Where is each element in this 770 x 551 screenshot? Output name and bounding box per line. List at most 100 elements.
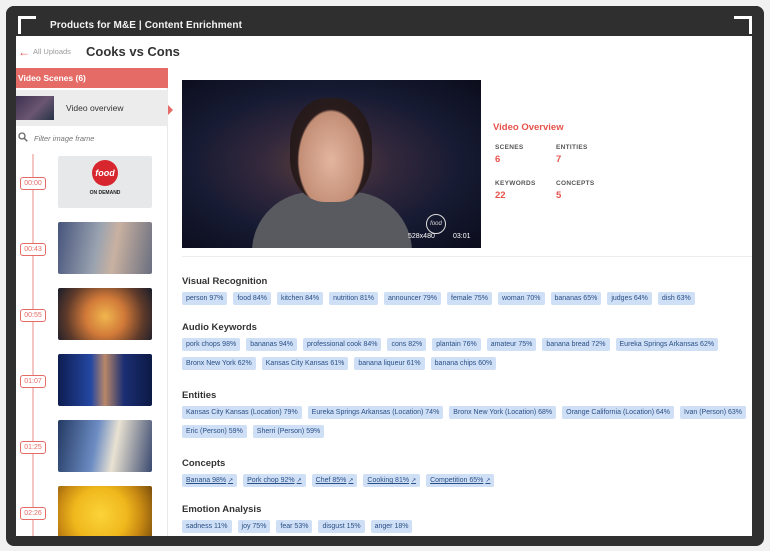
video-scenes-header[interactable]: Video Scenes (6) xyxy=(16,68,168,88)
concept-link[interactable]: Competition 65% ↗ xyxy=(426,474,495,487)
tag[interactable]: kitchen 84% xyxy=(276,292,324,305)
tag[interactable]: Bronx New York (Location) 68% xyxy=(449,406,557,419)
tag[interactable]: judges 64% xyxy=(607,292,652,305)
app-title: Products for M&E | Content Enrichment xyxy=(50,20,243,31)
tag[interactable]: plantain 76% xyxy=(432,338,481,351)
tag[interactable]: person 97% xyxy=(182,292,228,305)
tag[interactable]: cons 82% xyxy=(387,338,427,351)
tag[interactable]: banana bread 72% xyxy=(542,338,610,351)
visual-tags: person 97% food 84% kitchen 84% nutritio… xyxy=(182,292,752,305)
concept-label: Banana 98% xyxy=(186,477,227,484)
concept-label: Chef 85% xyxy=(315,477,347,484)
scene-thumbnail[interactable] xyxy=(58,288,152,340)
sidebar-item-video-overview[interactable]: Video overview xyxy=(16,90,173,126)
section-title: Concepts xyxy=(182,458,226,469)
timeline-line xyxy=(32,154,34,536)
scene-time-badge[interactable]: 01:07 xyxy=(20,375,46,388)
tag[interactable]: banana chips 60% xyxy=(430,357,497,370)
section-title: Audio Keywords xyxy=(182,322,257,333)
tag[interactable]: dish 63% xyxy=(657,292,695,305)
corner-bracket-left xyxy=(18,16,36,34)
tag[interactable]: banana liqueur 61% xyxy=(354,357,425,370)
filter-image-frame-input[interactable] xyxy=(34,132,162,145)
scene-item[interactable]: 01:25 xyxy=(16,420,168,474)
overview-thumbnail xyxy=(16,96,54,120)
concepts-section: Concepts Banana 98% ↗ Pork chop 92% ↗ Chef… xyxy=(182,458,752,487)
tag[interactable]: fear 53% xyxy=(276,520,313,533)
tag[interactable]: Sherri (Person) 59% xyxy=(252,425,325,438)
scene-thumbnail[interactable]: food ON DEMAND xyxy=(58,156,152,208)
video-player[interactable]: food 528x480 03:01 xyxy=(182,80,481,248)
main-content: food 528x480 03:01 Video Overview SCENES… xyxy=(182,80,752,536)
scene-thumbnail[interactable] xyxy=(58,486,152,536)
stat-label: CONCEPTS xyxy=(556,180,595,187)
section-title: Entities xyxy=(182,390,217,401)
entities-section: Entities Kansas City Kansas (Location) 7… xyxy=(182,390,752,438)
scenes-sidebar: Video Scenes (6) Video overview 00:00 fo… xyxy=(16,68,173,536)
tag[interactable]: Eureka Springs Arkansas 62% xyxy=(615,338,719,351)
section-title: Emotion Analysis xyxy=(182,504,262,515)
tag[interactable]: joy 75% xyxy=(237,520,271,533)
tag[interactable]: female 75% xyxy=(447,292,492,305)
scene-item[interactable]: 00:43 xyxy=(16,222,168,276)
tag[interactable]: professional cook 84% xyxy=(303,338,382,351)
scene-item[interactable]: 02:26 xyxy=(16,486,168,536)
back-arrow-icon[interactable]: ← xyxy=(18,45,30,59)
page-header: ← All Uploads Cooks vs Cons xyxy=(16,36,752,68)
tag[interactable]: Bronx New York 62% xyxy=(182,357,256,370)
tag[interactable]: Orange California (Location) 64% xyxy=(562,406,675,419)
tag[interactable]: nutrition 81% xyxy=(329,292,378,305)
tag[interactable]: Kansas City Kansas (Location) 79% xyxy=(182,406,302,419)
tag[interactable]: sadness 11% xyxy=(182,520,232,533)
tag[interactable]: Kansas City Kansas 61% xyxy=(261,357,349,370)
scene-time-badge[interactable]: 01:25 xyxy=(20,441,46,454)
emotion-tags: sadness 11% joy 75% fear 53% disgust 15%… xyxy=(182,520,752,533)
external-link-icon: ↗ xyxy=(296,478,302,484)
tag[interactable]: disgust 15% xyxy=(318,520,365,533)
scene-item[interactable]: 00:00 food ON DEMAND xyxy=(16,156,168,210)
overview-label: Video overview xyxy=(66,103,124,113)
active-caret-icon xyxy=(168,105,173,115)
scene-item[interactable]: 00:55 xyxy=(16,288,168,342)
video-frame-face xyxy=(290,98,372,202)
audio-keywords-section: Audio Keywords pork chops 98% bananas 94… xyxy=(182,322,752,370)
tag[interactable]: Ivan (Person) 63% xyxy=(680,406,747,419)
external-link-icon: ↗ xyxy=(348,478,354,484)
tag[interactable]: woman 70% xyxy=(497,292,545,305)
tag[interactable]: bananas 65% xyxy=(550,292,602,305)
scene-time-badge[interactable]: 02:26 xyxy=(20,507,46,520)
concept-link[interactable]: Pork chop 92% ↗ xyxy=(243,474,306,487)
visual-recognition-section: Visual Recognition person 97% food 84% k… xyxy=(182,276,752,305)
scene-time-badge[interactable]: 00:00 xyxy=(20,177,46,190)
concept-link[interactable]: Banana 98% ↗ xyxy=(182,474,238,487)
tag[interactable]: bananas 94% xyxy=(246,338,298,351)
external-link-icon: ↗ xyxy=(485,478,491,484)
external-link-icon: ↗ xyxy=(228,478,234,484)
concept-label: Pork chop 92% xyxy=(247,477,295,484)
tag[interactable]: anger 18% xyxy=(370,520,413,533)
scene-thumbnail[interactable] xyxy=(58,354,152,406)
filter-bar xyxy=(16,130,168,148)
search-icon xyxy=(18,132,28,142)
concept-label: Competition 65% xyxy=(430,477,484,484)
stat-value: 5 xyxy=(556,190,562,201)
concept-link[interactable]: Chef 85% ↗ xyxy=(311,474,358,487)
concept-link[interactable]: Cooking 81% ↗ xyxy=(363,474,421,487)
breadcrumb-all-uploads[interactable]: All Uploads xyxy=(33,47,71,56)
corner-bracket-right xyxy=(734,16,752,34)
scene-thumbnail[interactable] xyxy=(58,420,152,472)
section-title: Visual Recognition xyxy=(182,276,268,287)
external-link-icon: ↗ xyxy=(411,478,417,484)
emotion-analysis-section: Emotion Analysis sadness 11% joy 75% fea… xyxy=(182,504,752,533)
tag[interactable]: Eric (Person) 59% xyxy=(182,425,247,438)
tag[interactable]: pork chops 98% xyxy=(182,338,241,351)
scene-item[interactable]: 01:07 xyxy=(16,354,168,408)
scene-thumbnail[interactable] xyxy=(58,222,152,274)
tag[interactable]: announcer 79% xyxy=(383,292,441,305)
tag[interactable]: Eureka Springs Arkansas (Location) 74% xyxy=(307,406,444,419)
scene-time-badge[interactable]: 00:55 xyxy=(20,309,46,322)
scene-time-badge[interactable]: 00:43 xyxy=(20,243,46,256)
tag[interactable]: food 84% xyxy=(233,292,271,305)
tag[interactable]: amateur 75% xyxy=(486,338,537,351)
concept-label: Cooking 81% xyxy=(367,477,410,484)
